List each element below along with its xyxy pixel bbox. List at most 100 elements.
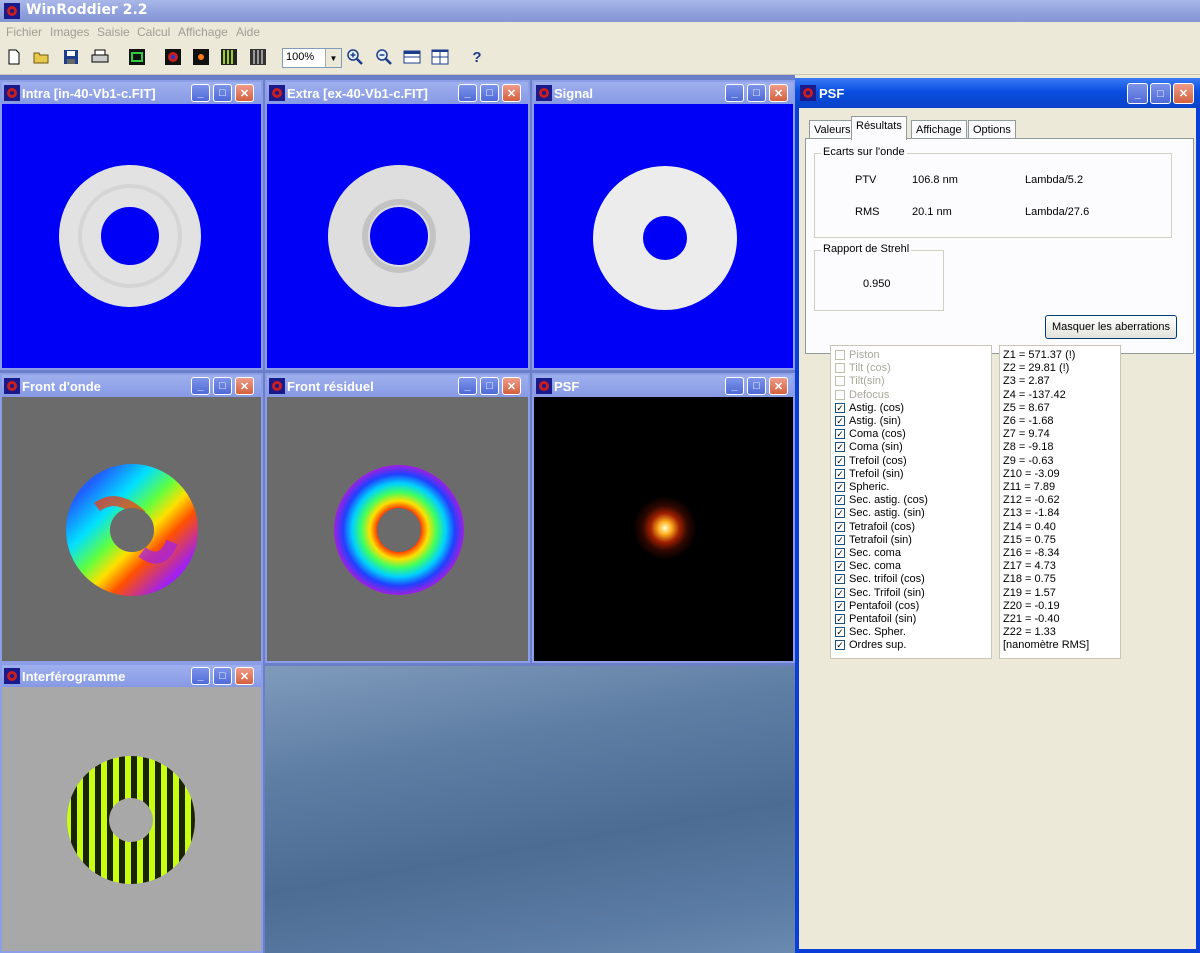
- menu-images[interactable]: Images: [50, 25, 89, 39]
- chevron-down-icon[interactable]: ▼: [325, 49, 341, 67]
- psf-results-window[interactable]: PSF _ □ ✕ Valeurs Résultats Affichage Op…: [795, 78, 1200, 953]
- close-button[interactable]: ✕: [769, 377, 788, 395]
- aberration-checkbox[interactable]: ✓ Sec. astig. (cos): [835, 494, 1015, 507]
- fringes-icon: [221, 49, 237, 65]
- tab-resultats[interactable]: Résultats: [851, 116, 907, 140]
- tab-options[interactable]: Options: [968, 120, 1016, 139]
- aberration-checkbox[interactable]: ✓ Sec. coma: [835, 560, 1015, 573]
- black-dot-button[interactable]: [190, 46, 212, 68]
- minimize-button[interactable]: _: [191, 377, 210, 395]
- aberration-checkbox[interactable]: ✓ Astig. (sin): [835, 415, 1015, 428]
- minimize-icon: _: [731, 380, 738, 392]
- maximize-button[interactable]: □: [480, 377, 499, 395]
- close-button[interactable]: ✕: [235, 84, 254, 102]
- aberration-checkbox[interactable]: ✓ Trefoil (sin): [835, 468, 1015, 481]
- zoom-select[interactable]: 100% ▼: [282, 48, 342, 68]
- maximize-icon: □: [1157, 87, 1164, 100]
- interferogramme-window[interactable]: Interférogramme _ □ ✕: [0, 663, 263, 953]
- aberration-checkbox[interactable]: ✓ Sec. trifoil (cos): [835, 573, 1015, 586]
- aberration-checkbox[interactable]: ✓ Sec. Spher.: [835, 626, 1015, 639]
- menu-fichier[interactable]: Fichier: [6, 25, 42, 39]
- zoom-out-button[interactable]: [373, 46, 395, 68]
- maximize-button[interactable]: □: [213, 667, 232, 685]
- mask-aberrations-button[interactable]: Masquer les aberrations: [1045, 315, 1177, 339]
- aberration-checkbox[interactable]: ✓ Sec. astig. (sin): [835, 507, 1015, 520]
- aberration-label: Tetrafoil (cos): [849, 520, 916, 533]
- tile-grid-button[interactable]: [429, 46, 451, 68]
- signal-window[interactable]: Signal _ □ ✕: [532, 80, 795, 370]
- front-onde-titlebar[interactable]: Front d'onde _ □ ✕: [2, 375, 261, 397]
- print-button[interactable]: [89, 46, 111, 68]
- green-frame-button[interactable]: [126, 46, 148, 68]
- psf-image-titlebar[interactable]: PSF _ □ ✕: [534, 375, 793, 397]
- aberration-checkbox[interactable]: ✓ Pentafoil (cos): [835, 600, 1015, 613]
- signal-titlebar[interactable]: Signal _ □ ✕: [534, 82, 793, 104]
- menu-aide[interactable]: Aide: [236, 25, 260, 39]
- tab-affichage[interactable]: Affichage: [911, 120, 967, 139]
- extra-window[interactable]: Extra [ex-40-Vb1-c.FIT] _ □ ✕: [265, 80, 530, 370]
- maximize-button[interactable]: □: [747, 84, 766, 102]
- zoom-in-button[interactable]: [344, 46, 366, 68]
- aberrations-list[interactable]: Piston Tilt (cos) Tilt(sin) Defocus ✓ Astig. …: [830, 345, 992, 659]
- menu-calcul[interactable]: Calcul: [137, 25, 170, 39]
- front-residuel-titlebar[interactable]: Front résiduel _ □ ✕: [267, 375, 528, 397]
- maximize-button[interactable]: □: [1150, 83, 1171, 104]
- black-dot-icon: [193, 49, 209, 65]
- extra-titlebar[interactable]: Extra [ex-40-Vb1-c.FIT] _ □ ✕: [267, 82, 528, 104]
- menu-affichage[interactable]: Affichage: [178, 25, 228, 39]
- close-button[interactable]: ✕: [1173, 83, 1194, 104]
- fringes-button[interactable]: [218, 46, 240, 68]
- minimize-button[interactable]: _: [458, 84, 477, 102]
- maximize-button[interactable]: □: [480, 84, 499, 102]
- maximize-button[interactable]: □: [213, 84, 232, 102]
- aberration-checkbox[interactable]: ✓ Coma (cos): [835, 428, 1015, 441]
- minimize-button[interactable]: _: [725, 377, 744, 395]
- intra-titlebar[interactable]: Intra [in-40-Vb1-c.FIT] _ □ ✕: [2, 82, 261, 104]
- aberration-checkbox[interactable]: ✓ Pentafoil (sin): [835, 613, 1015, 626]
- checkmark-icon: ✓: [835, 455, 845, 466]
- intra-window[interactable]: Intra [in-40-Vb1-c.FIT] _ □ ✕: [0, 80, 263, 370]
- front-onde-window[interactable]: Front d'onde _ □ ✕: [0, 373, 263, 663]
- checkmark-icon: ✓: [835, 574, 845, 585]
- front-residuel-window[interactable]: Front résiduel _ □ ✕: [265, 373, 530, 663]
- tile-horizontal-button[interactable]: [401, 46, 423, 68]
- tab-valeurs[interactable]: Valeurs: [809, 120, 856, 139]
- minimize-button[interactable]: _: [458, 377, 477, 395]
- aberration-checkbox[interactable]: ✓ Ordres sup.: [835, 639, 1015, 652]
- minimize-button[interactable]: _: [1127, 83, 1148, 104]
- psf-results-titlebar[interactable]: PSF _ □ ✕: [795, 78, 1200, 108]
- maximize-button[interactable]: □: [747, 377, 766, 395]
- open-button[interactable]: [31, 46, 53, 68]
- close-button[interactable]: ✕: [769, 84, 788, 102]
- aberration-checkbox[interactable]: ✓ Sec. Trifoil (sin): [835, 587, 1015, 600]
- aberration-checkbox[interactable]: ✓ Sec. coma: [835, 547, 1015, 560]
- aberration-checkbox[interactable]: ✓ Tetrafoil (cos): [835, 521, 1015, 534]
- aberration-checkbox[interactable]: ✓ Tetrafoil (sin): [835, 534, 1015, 547]
- menu-saisie[interactable]: Saisie: [97, 25, 130, 39]
- aberration-checkbox[interactable]: ✓ Coma (sin): [835, 441, 1015, 454]
- minimize-button[interactable]: _: [191, 84, 210, 102]
- zernike-coefficient: Z14 = 0.40: [1003, 520, 1056, 533]
- close-button[interactable]: ✕: [502, 84, 521, 102]
- new-file-button[interactable]: [3, 46, 25, 68]
- psf-image-window[interactable]: PSF _ □ ✕: [532, 373, 795, 663]
- save-button[interactable]: [60, 46, 82, 68]
- psf-image-title: PSF: [554, 379, 580, 394]
- tile-grid-icon: [431, 49, 449, 65]
- red-blue-button[interactable]: [162, 46, 184, 68]
- grid-button[interactable]: [247, 46, 269, 68]
- maximize-button[interactable]: □: [213, 377, 232, 395]
- close-button[interactable]: ✕: [235, 667, 254, 685]
- aberration-checkbox[interactable]: ✓ Spheric.: [835, 481, 1015, 494]
- aberration-checkbox[interactable]: ✓ Trefoil (cos): [835, 455, 1015, 468]
- close-button[interactable]: ✕: [502, 377, 521, 395]
- interferogramme-titlebar[interactable]: Interférogramme _ □ ✕: [2, 665, 261, 687]
- minimize-button[interactable]: _: [191, 667, 210, 685]
- psf-image: [534, 397, 793, 661]
- minimize-icon: _: [1134, 87, 1141, 100]
- minimize-button[interactable]: _: [725, 84, 744, 102]
- checkmark-icon: ✓: [835, 640, 845, 651]
- close-button[interactable]: ✕: [235, 377, 254, 395]
- help-button[interactable]: ?: [466, 46, 488, 68]
- aberration-checkbox[interactable]: ✓ Astig. (cos): [835, 402, 1015, 415]
